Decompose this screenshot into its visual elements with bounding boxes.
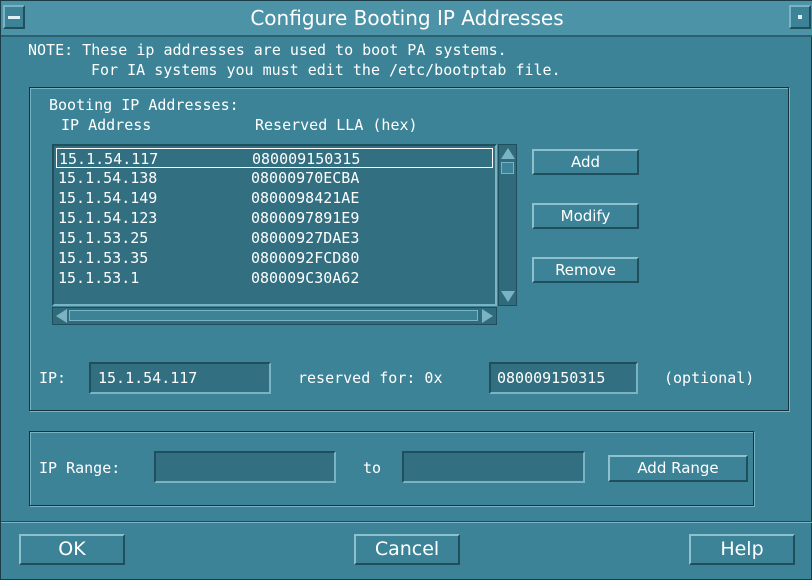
list-item-lla: 0800097891E9 [251,209,360,227]
ok-button[interactable]: OK [19,534,125,565]
cancel-button[interactable]: Cancel [354,534,460,565]
footer-separator [1,521,812,523]
list-item[interactable]: 15.1.54.149 0800098421AE [56,188,493,208]
scroll-down-icon[interactable] [501,291,515,302]
column-ip-address: IP Address [61,116,152,134]
horizontal-scrollbar[interactable] [52,307,497,325]
list-item-lla: 08000927DAE3 [251,229,360,247]
lla-input[interactable] [489,362,638,394]
vertical-scrollbar[interactable] [498,144,517,306]
list-item-ip: 15.1.54.123 [58,209,158,227]
modify-button[interactable]: Modify [532,203,639,229]
list-item[interactable]: 15.1.53.25 08000927DAE3 [56,228,493,248]
title-bar[interactable]: Configure Booting IP Addresses [1,1,812,37]
scroll-right-icon[interactable] [482,309,493,323]
ip-label: IP: [39,369,67,387]
list-item-ip: 15.1.53.25 [58,229,149,247]
list-item-ip: 15.1.54.149 [58,189,158,207]
help-button[interactable]: Help [689,534,795,565]
list-item[interactable]: 15.1.53.1 080009C30A62 [56,268,493,288]
list-item[interactable]: 15.1.53.35 0800092FCD80 [56,248,493,268]
list-item-lla: 0800098421AE [251,189,360,207]
horizontal-scroll-thumb[interactable] [69,310,478,321]
scroll-left-icon[interactable] [56,309,67,323]
booting-label: Booting IP Addresses: [49,96,239,114]
list-item-ip: 15.1.53.35 [58,249,149,267]
vertical-scroll-thumb[interactable] [501,162,514,174]
dialog-window: Configure Booting IP Addresses NOTE: The… [0,0,812,580]
ip-input[interactable] [89,362,271,394]
ip-range-label: IP Range: [39,459,121,477]
list-item[interactable]: 15.1.54.138 08000970ECBA [56,168,493,188]
list-item-lla: 080009C30A62 [251,269,360,287]
remove-button[interactable]: Remove [532,257,639,283]
reserved-for-label: reserved for: 0x [298,369,443,387]
list-item-lla: 0800092FCD80 [251,249,360,267]
booting-ip-list[interactable]: 15.1.54.117 080009150315 15.1.54.138 080009… [52,144,497,306]
add-range-button[interactable]: Add Range [608,455,748,482]
list-item-ip: 15.1.53.1 [58,269,140,287]
range-to-input[interactable] [402,451,585,483]
optional-label: (optional) [664,369,755,387]
column-reserved-lla: Reserved LLA (hex) [255,116,418,134]
note-line-2: For IA systems you must edit the /etc/bo… [91,61,561,79]
list-item-lla: 08000970ECBA [251,169,360,187]
range-from-input[interactable] [154,451,336,483]
list-item[interactable]: 15.1.54.123 0800097891E9 [56,208,493,228]
list-item-ip: 15.1.54.138 [58,169,158,187]
list-item-ip: 15.1.54.117 [59,150,159,168]
window-title: Configure Booting IP Addresses [250,6,564,30]
add-button[interactable]: Add [532,149,639,175]
note-line-1: NOTE: These ip addresses are used to boo… [28,41,507,59]
maximize-icon[interactable] [789,5,811,29]
scroll-up-icon[interactable] [501,148,515,159]
list-item-lla: 080009150315 [252,150,361,168]
to-label: to [363,459,382,477]
list-item[interactable]: 15.1.54.117 080009150315 [56,148,493,168]
